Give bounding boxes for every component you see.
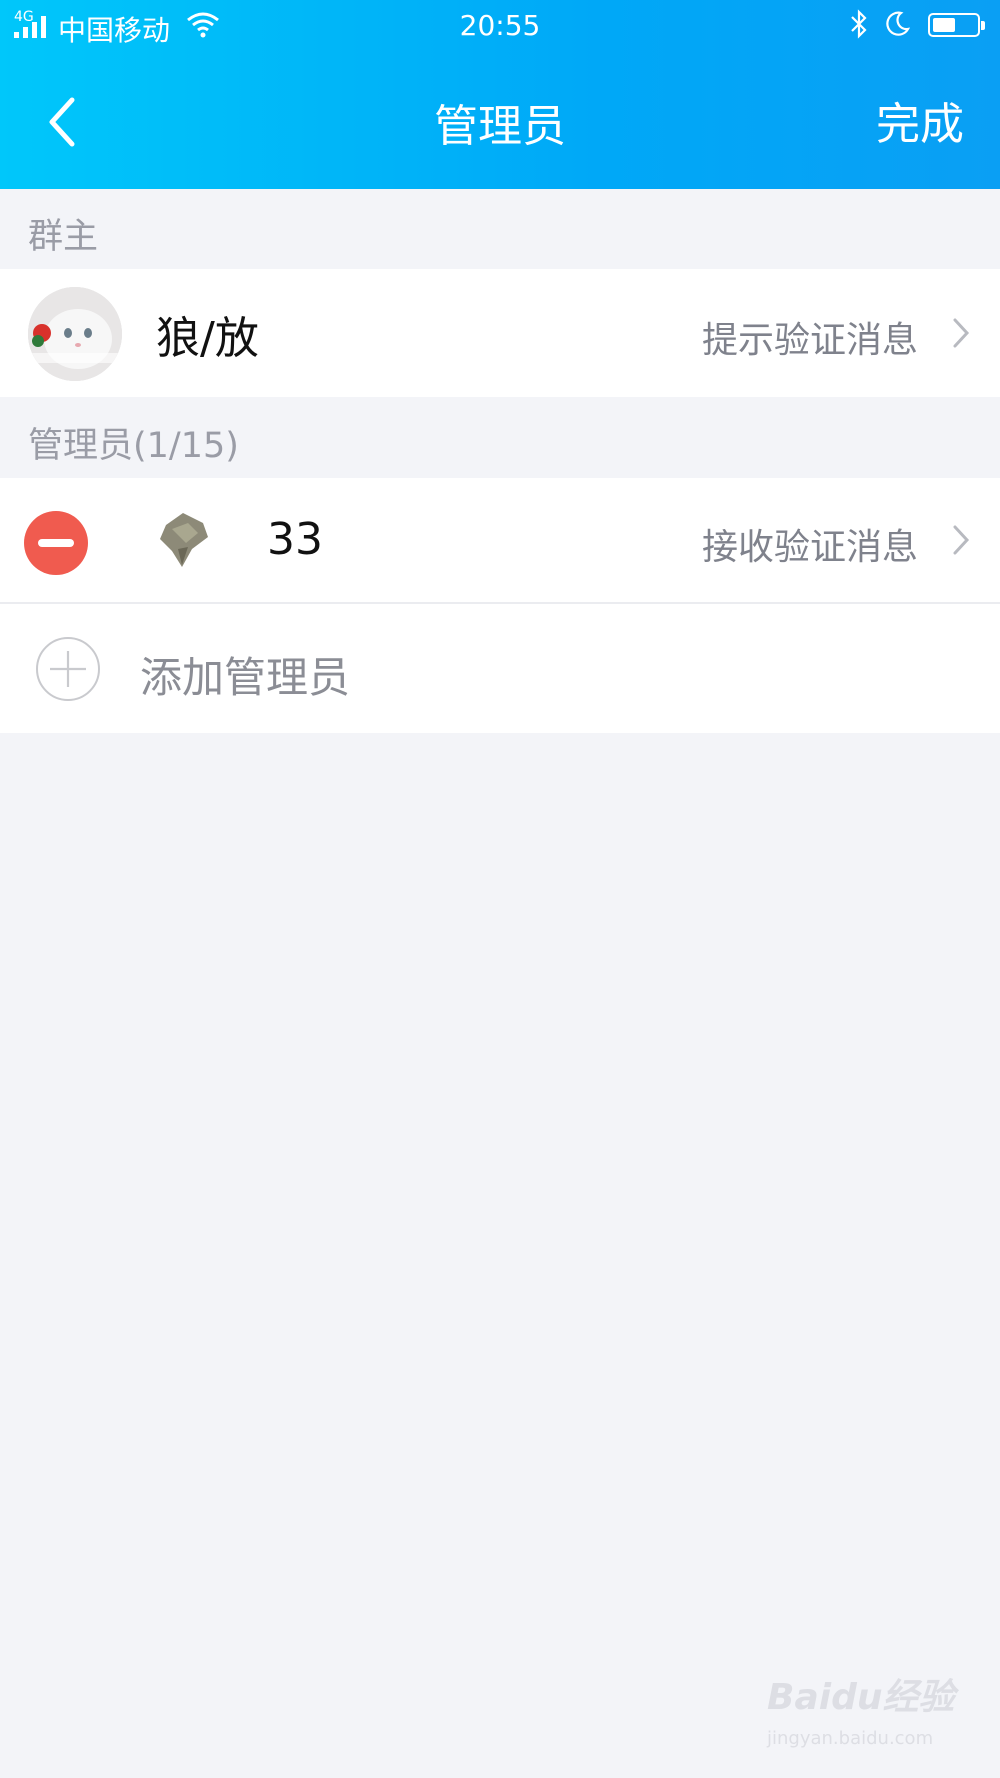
watermark-text: Baidu经验 [767,1677,955,1718]
moon-icon [886,11,911,36]
chevron-right-icon [953,525,970,555]
owner-section-label: 群主 [28,217,99,257]
battery-fill [933,18,956,32]
plus-circle-icon[interactable] [36,637,100,701]
owner-avatar [28,287,122,381]
chevron-right-icon [953,318,970,348]
battery-cap [981,21,985,30]
admin-action-text: 接收验证消息 [701,527,918,568]
remove-admin-button[interactable] [24,511,88,575]
status-bar: 4G 中国移动 20:55 [0,0,1000,52]
admin-avatar [148,505,218,575]
admin-name: 33 [267,514,323,565]
app-header: 4G 中国移动 20:55 管理员 完成 [0,0,1000,189]
baidu-watermark: Baidu经验 jingyan.baidu.com [765,1668,965,1758]
admin-section-label: 管理员(1/15) [28,426,239,466]
owner-row[interactable]: 狼/放 提示验证消息 [0,269,1000,397]
owner-name: 狼/放 [156,313,259,364]
owner-action-text: 提示验证消息 [701,320,918,361]
done-button[interactable]: 完成 [876,88,964,152]
add-admin-row[interactable]: 添加管理员 [0,604,1000,733]
page-title: 管理员 [434,101,566,152]
admin-row[interactable]: 33 接收验证消息 [0,478,1000,604]
bluetooth-icon [851,9,867,39]
add-admin-label: 添加管理员 [140,653,351,702]
battery-icon [928,13,985,37]
watermark-sub: jingyan.baidu.com [767,1728,934,1749]
